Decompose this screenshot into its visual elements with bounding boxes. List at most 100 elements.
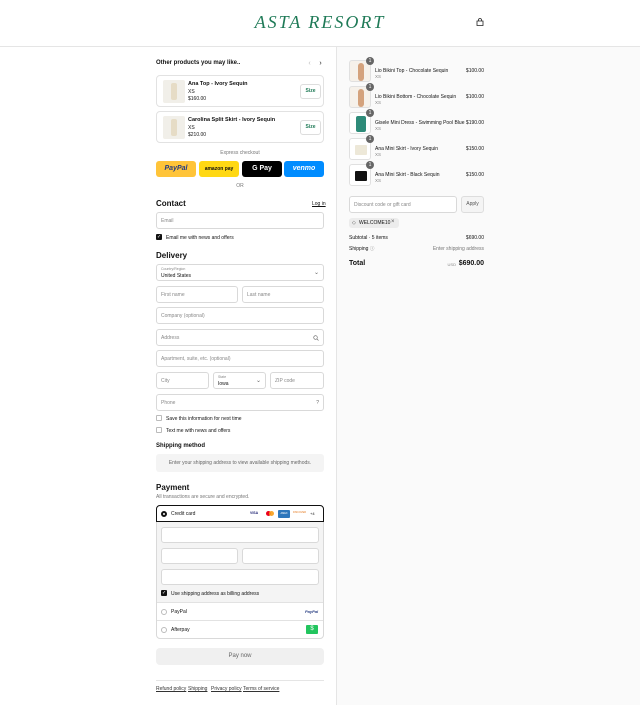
mastercard-icon	[265, 511, 275, 517]
product-size: XS	[188, 89, 195, 95]
phone-placeholder: Phone	[161, 400, 176, 406]
paypal-option[interactable]: PayPal PayPal	[157, 602, 323, 620]
save-info-checkbox[interactable]	[156, 415, 162, 421]
terms-of-service-link[interactable]: Terms of service	[243, 686, 279, 692]
express-checkout-label: Express checkout	[220, 150, 260, 156]
shopping-bag-icon[interactable]	[476, 18, 484, 26]
order-item-image: 1	[349, 135, 374, 160]
discount-placeholder: Discount code or gift card	[354, 202, 411, 208]
first-name-field[interactable]: First name	[156, 286, 238, 303]
company-field[interactable]: Company (optional)	[156, 307, 324, 324]
order-item-name: Lio Bikini Top - Chocolate Sequin	[375, 68, 449, 74]
zip-field[interactable]: ZIP code	[270, 372, 324, 389]
apartment-field[interactable]: Apartment, suite, etc. (optional)	[156, 350, 324, 367]
city-field[interactable]: City	[156, 372, 209, 389]
refund-policy-link[interactable]: Refund policy	[156, 686, 186, 692]
product-name: Ana Top - Ivory Sequin	[188, 81, 248, 87]
info-icon[interactable]: ⓘ	[370, 246, 375, 251]
afterpay-radio[interactable]	[161, 627, 167, 633]
address-field[interactable]: Address	[156, 329, 324, 346]
credit-card-radio[interactable]	[161, 511, 167, 517]
order-item-price: $100.00	[465, 68, 484, 74]
product-price: $160.00	[188, 96, 207, 102]
size-button[interactable]: Size	[300, 84, 321, 99]
card-cvv-field[interactable]	[242, 548, 319, 564]
payment-heading: Payment	[156, 483, 190, 492]
apply-button[interactable]: Apply	[461, 196, 484, 213]
phone-field[interactable]: Phone ?	[156, 394, 324, 411]
card-name-field[interactable]	[161, 569, 319, 585]
newsletter-checkbox[interactable]: ✓	[156, 234, 162, 240]
shipping-policy-link[interactable]: Shipping	[188, 686, 207, 692]
order-item-name: Ana Mini Skirt - Ivory Sequin	[375, 146, 439, 152]
order-item-size: XS	[375, 74, 382, 79]
last-name-field[interactable]: Last name	[242, 286, 324, 303]
remove-discount-icon[interactable]: ×	[391, 219, 395, 225]
state-label: State	[218, 375, 227, 379]
credit-card-label: Credit card	[171, 511, 196, 517]
paypal-radio[interactable]	[161, 609, 167, 615]
chevron-left-icon[interactable]: ‹	[305, 59, 314, 68]
text-offers-checkbox[interactable]	[156, 427, 162, 433]
shipping-method-message: Enter your shipping address to view avai…	[168, 460, 312, 466]
brand-logo[interactable]: ASTA RESORT	[0, 12, 640, 33]
venmo-button[interactable]: venmo	[284, 161, 324, 177]
discount-tag: ◇ WELCOME10 ×	[349, 218, 399, 228]
credit-card-option[interactable]: Credit card VISA AMEX DISCOVER +4	[156, 505, 324, 522]
afterpay-icon: $	[306, 625, 318, 634]
company-placeholder: Company (optional)	[161, 313, 205, 319]
state-select[interactable]: State Iowa ⌄	[213, 372, 266, 389]
product-image	[163, 80, 185, 103]
amex-icon: AMEX	[278, 510, 290, 518]
afterpay-label: Afterpay	[171, 627, 190, 633]
quantity-badge: 1	[366, 135, 374, 143]
shipping-row: Shipping ⓘ Enter shipping address	[349, 246, 484, 252]
footer-divider	[156, 680, 324, 681]
google-pay-button[interactable]: G Pay	[242, 161, 282, 177]
column-divider	[336, 47, 337, 705]
afterpay-option[interactable]: Afterpay $	[157, 620, 323, 638]
privacy-policy-link[interactable]: Privacy policy	[211, 686, 242, 692]
size-button[interactable]: Size	[300, 120, 321, 135]
paypal-logo: PayPal	[305, 609, 319, 614]
order-item-size: XS	[375, 100, 382, 105]
newsletter-label: Email me with news and offers	[166, 235, 234, 241]
billing-same-label: Use shipping address as billing address	[171, 591, 260, 597]
order-item-image: 1	[349, 83, 374, 108]
order-item-image: 1	[349, 109, 374, 134]
payment-subtitle: All transactions are secure and encrypte…	[156, 494, 250, 500]
subtotal-value: $690.00	[465, 235, 484, 241]
shipping-method-heading: Shipping method	[156, 443, 205, 449]
log-in-link[interactable]: Log in	[312, 201, 326, 207]
amazon-pay-button[interactable]: amazon pay	[199, 161, 239, 177]
subtotal-row: Subtotal · 5 items $690.00	[349, 235, 484, 241]
order-item-size: XS	[375, 178, 382, 183]
total-row: Total $690.00 USD	[349, 260, 484, 267]
help-icon[interactable]: ?	[316, 400, 319, 406]
chevron-right-icon[interactable]: ›	[316, 59, 325, 68]
pay-now-button[interactable]: Pay now	[156, 648, 324, 665]
shipping-method-box: Enter your shipping address to view avai…	[156, 454, 324, 472]
last-name-placeholder: Last name	[247, 292, 271, 298]
order-item-image: 1	[349, 161, 374, 186]
paypal-express-button[interactable]: PayPal	[156, 161, 196, 177]
discount-code-field[interactable]: Discount code or gift card	[349, 196, 457, 213]
search-icon	[313, 335, 319, 341]
email-field[interactable]: Email	[156, 212, 324, 229]
save-info-label: Save this information for next time	[166, 416, 242, 422]
first-name-placeholder: First name	[161, 292, 185, 298]
discount-code-label: WELCOME10	[359, 220, 391, 226]
total-value: $690.00	[458, 260, 484, 267]
visa-icon: VISA	[250, 511, 259, 515]
country-select[interactable]: Country/Region United States ⌄	[156, 264, 324, 281]
discover-icon: DISCOVER	[293, 511, 307, 514]
upsell-card: Ana Top - Ivory Sequin XS $160.00 Size	[156, 75, 324, 107]
site-header: ASTA RESORT	[0, 0, 640, 47]
card-number-field[interactable]	[161, 527, 319, 543]
chevron-down-icon: ⌄	[255, 378, 261, 384]
currency-label: USD	[447, 262, 456, 267]
billing-same-checkbox[interactable]: ✓	[161, 590, 167, 596]
or-separator: OR	[236, 183, 244, 189]
paypal-label: PayPal	[171, 609, 187, 615]
card-expiry-field[interactable]	[161, 548, 238, 564]
